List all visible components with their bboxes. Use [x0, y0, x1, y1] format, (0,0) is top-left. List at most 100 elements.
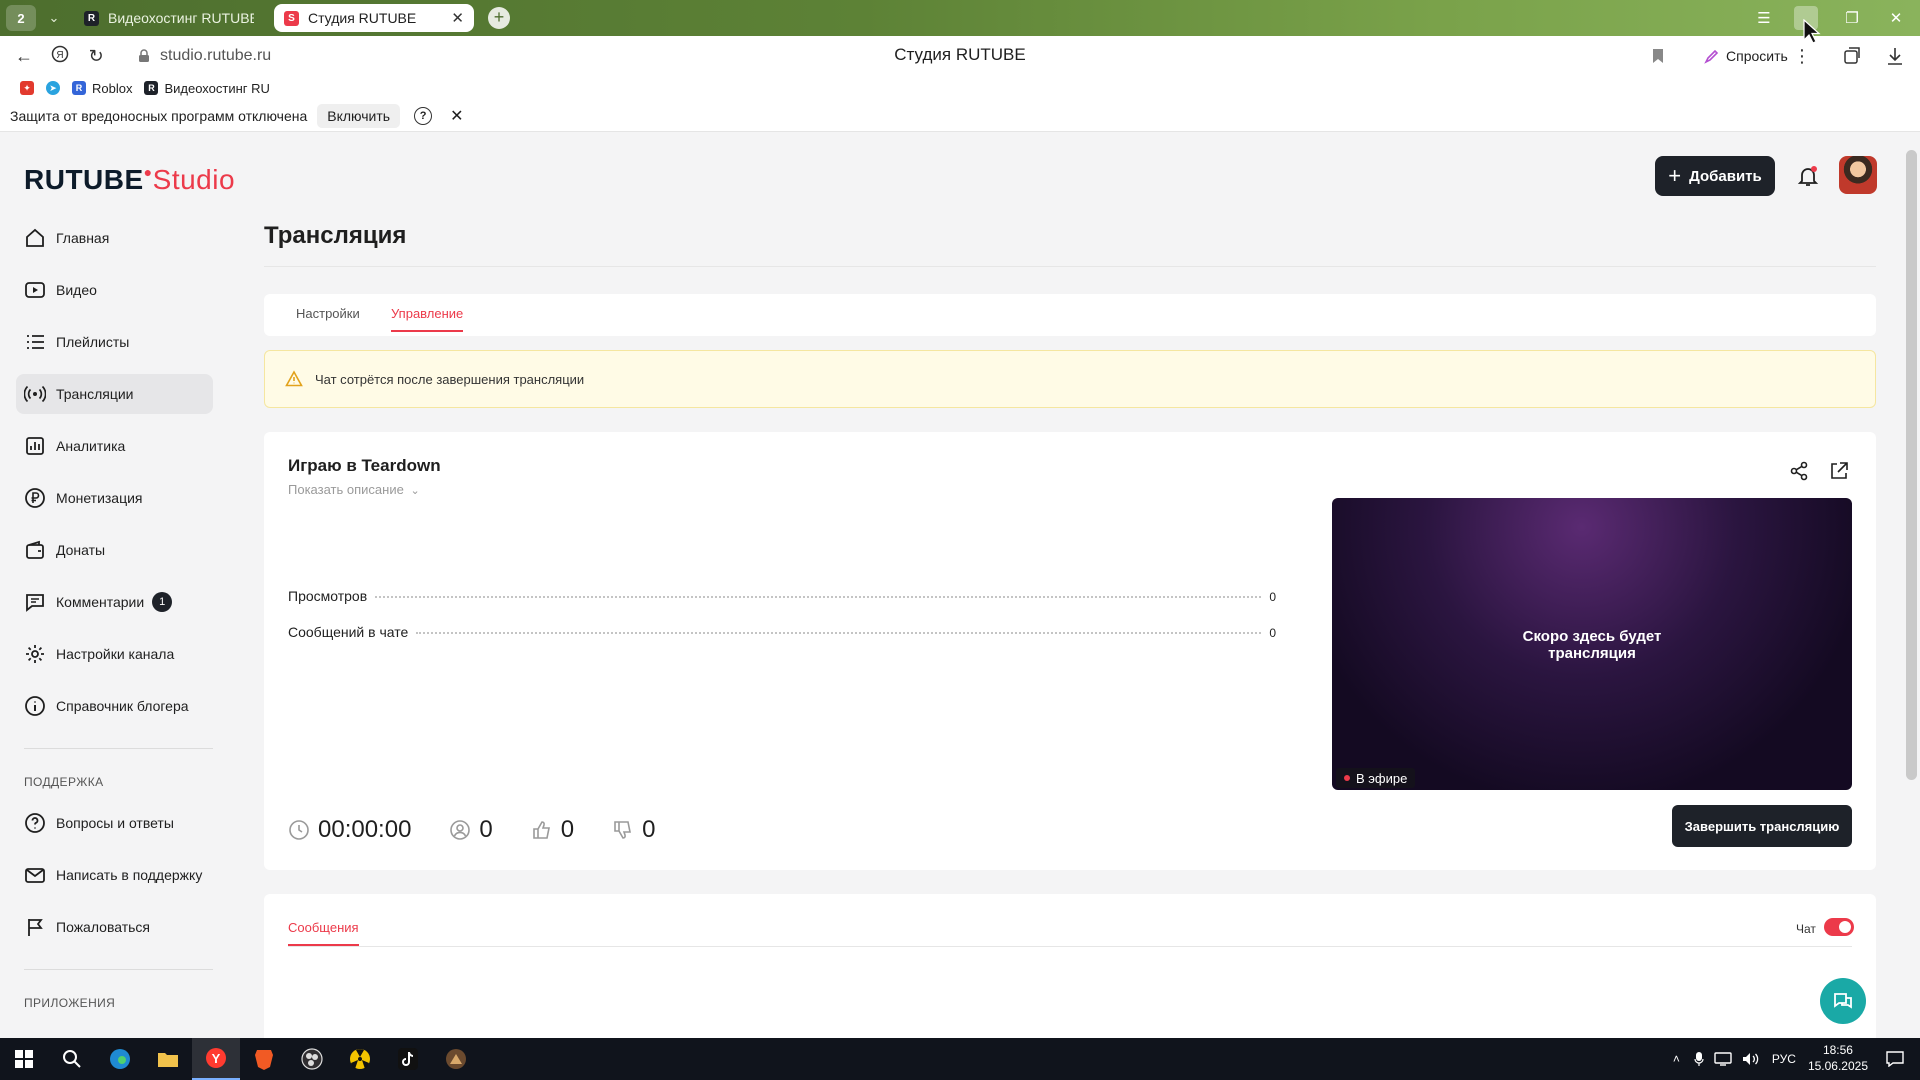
chat-toggle[interactable]	[1824, 918, 1854, 936]
microphone-icon[interactable]	[1694, 1051, 1704, 1067]
end-stream-button[interactable]: Завершить трансляцию	[1672, 805, 1852, 847]
close-infobar-icon[interactable]: ✕	[450, 106, 463, 126]
system-tray: ˄ РУС 18:56 15.06.2025	[1673, 1038, 1920, 1080]
bookmark-telegram[interactable]: ➤	[46, 81, 60, 95]
game-icon	[446, 1049, 466, 1069]
sidebar-item-donations[interactable]: Донаты	[16, 530, 213, 570]
sidebar-item-faq[interactable]: Вопросы и ответы	[16, 803, 213, 843]
gear-icon	[26, 645, 44, 663]
views-label: Просмотров	[288, 588, 368, 604]
taskbar-obs[interactable]	[288, 1038, 336, 1080]
taskbar-clock[interactable]: 18:56 15.06.2025	[1808, 1043, 1868, 1074]
likes-metric: 0	[531, 816, 574, 844]
taskbar-explorer[interactable]	[144, 1038, 192, 1080]
help-icon[interactable]: ?	[414, 106, 433, 125]
sidebar-item-label: Вопросы и ответы	[56, 815, 174, 831]
browser-tab-rutube[interactable]: R Видеохостинг RUTUBE. С	[74, 4, 264, 32]
restore-button[interactable]: ❐	[1832, 0, 1872, 36]
player-text-line2: трансляция	[1548, 645, 1636, 663]
stream-card: Играю в Teardown Показать описание ⌄ Про…	[264, 432, 1876, 870]
bookmark-icon[interactable]	[1652, 48, 1664, 64]
windows-taskbar: Y ˄ РУС 18:56 15.06.2025	[0, 1038, 1920, 1080]
stream-preview-player[interactable]: Скоро здесь будет трансляция В эфире	[1332, 498, 1852, 790]
tab-management[interactable]: Управление	[391, 306, 464, 332]
close-tab-icon[interactable]: ✕	[451, 9, 464, 27]
sidebar-item-comments[interactable]: Комментарии 1	[16, 582, 213, 622]
taskbar-brave[interactable]	[240, 1038, 288, 1080]
bookmark-extension-red[interactable]: ✦	[20, 81, 34, 95]
browser-tab-studio[interactable]: S Студия RUTUBE ✕	[274, 4, 474, 32]
sidebar-divider	[24, 748, 213, 749]
yandex-icon[interactable]: Я	[42, 45, 78, 68]
wallet-icon	[26, 540, 44, 559]
bookmark-roblox[interactable]: R Roblox	[72, 81, 132, 96]
sidebar-item-home[interactable]: Главная	[16, 218, 213, 258]
sidebar-item-blogger-guide[interactable]: Справочник блогера	[16, 686, 213, 726]
notification-bell-icon[interactable]	[1796, 164, 1820, 188]
sidebar-item-label: Комментарии	[56, 594, 145, 610]
protection-infobar: Защита от вредоносных программ отключена…	[0, 100, 1920, 132]
collections-icon[interactable]	[1842, 46, 1862, 66]
support-chat-fab[interactable]	[1820, 978, 1866, 1024]
ask-alice-button[interactable]: Спросить	[1694, 42, 1798, 70]
stream-metrics: 00:00:00 0 0 0	[288, 816, 694, 844]
taskbar-edge[interactable]	[96, 1038, 144, 1080]
warning-icon	[285, 370, 303, 387]
start-button[interactable]	[0, 1038, 48, 1080]
tab-counter[interactable]: 2	[6, 5, 36, 31]
extension-icon: ✦	[20, 81, 34, 95]
bookmark-rutube[interactable]: R Видеохостинг RU	[144, 81, 270, 96]
yandex-browser-icon: Y	[206, 1048, 226, 1068]
views-value: 0	[1269, 590, 1276, 604]
sidebar-item-playlists[interactable]: Плейлисты	[16, 322, 213, 362]
taskbar-search[interactable]	[48, 1038, 96, 1080]
share-icon[interactable]	[1788, 460, 1810, 482]
add-button[interactable]: + Добавить	[1655, 156, 1775, 196]
more-vertical-icon[interactable]: ⋮	[1784, 46, 1820, 67]
taskbar-radiation-app[interactable]	[336, 1038, 384, 1080]
page-tabs: Настройки Управление	[264, 294, 1876, 336]
live-badge: В эфире	[1336, 768, 1416, 788]
sidebar-item-analytics[interactable]: Аналитика	[16, 426, 213, 466]
new-tab-button[interactable]: +	[488, 7, 510, 29]
sidebar-item-label: Донаты	[56, 542, 106, 558]
notifications-icon[interactable]	[1886, 1051, 1904, 1067]
info-icon	[25, 696, 45, 716]
download-icon[interactable]	[1886, 46, 1904, 66]
broadcast-icon	[24, 385, 46, 403]
keyboard-language[interactable]: РУС	[1772, 1052, 1796, 1066]
show-description-toggle[interactable]: Показать описание ⌄	[288, 482, 420, 497]
sidebar-item-report[interactable]: Пожаловаться	[16, 907, 213, 947]
page-title: Трансляция	[264, 222, 407, 249]
roblox-icon: R	[72, 81, 86, 95]
sidebar-item-label: Справочник блогера	[56, 698, 189, 714]
tab-messages[interactable]: Сообщения	[288, 920, 359, 946]
back-arrow-icon[interactable]: ←	[6, 46, 42, 67]
window-close-button[interactable]: ✕	[1876, 0, 1916, 36]
volume-icon[interactable]	[1742, 1052, 1760, 1066]
sidebar-item-streams[interactable]: Трансляции	[16, 374, 213, 414]
chevron-down-icon[interactable]: ⌄	[44, 10, 64, 26]
sidebar-item-contact-support[interactable]: Написать в поддержку	[16, 855, 213, 895]
bookmark-label: Roblox	[92, 80, 133, 96]
url-field[interactable]: studio.rutube.ru	[138, 43, 1678, 69]
scrollbar-thumb[interactable]	[1906, 150, 1917, 780]
menu-icon[interactable]: ☰	[1744, 0, 1784, 36]
user-avatar[interactable]	[1839, 156, 1877, 194]
taskbar-tiktok[interactable]	[384, 1038, 432, 1080]
chevron-up-icon[interactable]: ˄	[1673, 1052, 1680, 1066]
enable-protection-button[interactable]: Включить	[317, 103, 401, 128]
sidebar-item-monetization[interactable]: Монетизация	[16, 478, 213, 518]
sidebar-item-video[interactable]: Видео	[16, 270, 213, 310]
external-link-icon[interactable]	[1828, 460, 1850, 482]
messages-divider	[288, 946, 1852, 947]
network-icon[interactable]	[1714, 1052, 1732, 1066]
reload-icon[interactable]: ↻	[78, 46, 114, 67]
viewers-value: 0	[479, 816, 493, 843]
tab-settings[interactable]: Настройки	[296, 306, 360, 321]
taskbar-game[interactable]	[432, 1038, 480, 1080]
sidebar-item-channel-settings[interactable]: Настройки канала	[16, 634, 213, 674]
taskbar-yandex-browser[interactable]: Y	[192, 1038, 240, 1080]
radiation-icon	[350, 1049, 370, 1069]
sidebar-nav: Главная Видео Плейлисты Трансляции Анали…	[16, 178, 213, 1010]
